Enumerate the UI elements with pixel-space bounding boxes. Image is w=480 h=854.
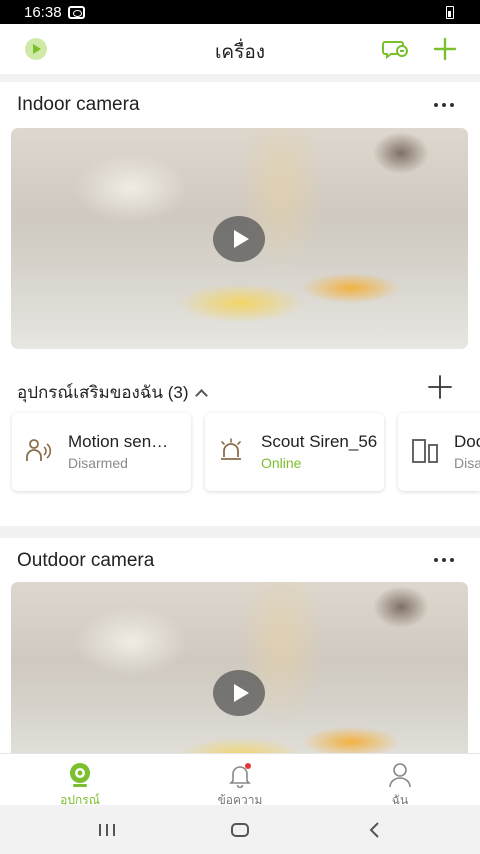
person-icon (389, 763, 411, 788)
accessory-name: Scout Siren_56 (261, 432, 378, 451)
home-icon[interactable] (229, 820, 251, 840)
siren-icon (221, 438, 241, 460)
camera-preview[interactable] (11, 128, 468, 349)
accessories-header[interactable]: อุปกรณ์เสริมของฉัน (3) (17, 379, 208, 406)
accessory-card-scout-siren[interactable]: Scout Siren_56 Online (205, 413, 384, 491)
status-time: 16:38 (24, 3, 62, 21)
add-accessory-icon[interactable] (428, 375, 452, 399)
page-title: เครื่อง (214, 42, 266, 63)
indoor-camera-card: Indoor camera อุปกรณ์เสริมของฉัน (3) Mot… (0, 82, 480, 526)
accessory-status: Online (261, 455, 302, 471)
nav-messages[interactable]: ข้อความ (180, 754, 300, 807)
play-icon[interactable] (213, 670, 265, 716)
play-icon[interactable] (213, 216, 265, 262)
chevron-up-icon[interactable] (194, 388, 208, 402)
more-options-icon[interactable] (434, 558, 454, 562)
camera-preview[interactable] (11, 582, 468, 782)
outdoor-camera-card: Outdoor camera (0, 538, 480, 782)
accessory-card-motion-sensor[interactable]: Motion sen… Disarmed (12, 413, 191, 491)
screen-record-icon (67, 5, 85, 19)
accessory-name: Motion sen… (68, 432, 169, 451)
more-options-icon[interactable] (434, 103, 454, 107)
accessories-title: อุปกรณ์เสริมของฉัน (3) (17, 383, 189, 402)
door-sensor-icon (412, 439, 438, 463)
accessory-status: Disarmed (68, 455, 128, 471)
accessory-status: Disa (454, 455, 480, 471)
nav-profile[interactable]: ฉัน (340, 754, 460, 807)
system-nav-bar (0, 805, 480, 854)
recent-apps-icon[interactable] (96, 820, 118, 840)
add-device-icon[interactable] (432, 36, 458, 62)
nav-devices[interactable]: อุปกรณ์ (20, 754, 140, 807)
battery-icon (446, 6, 454, 19)
bottom-nav: อุปกรณ์ ข้อความ ฉัน (0, 753, 480, 807)
accessory-card-door-sensor[interactable]: Doo Disa (398, 413, 480, 491)
accessory-name: Doo (454, 432, 480, 451)
back-icon[interactable] (364, 820, 386, 840)
camera-name: Outdoor camera (17, 550, 155, 571)
camera-name: Indoor camera (17, 94, 140, 115)
camera-device-icon (70, 763, 90, 787)
chat-icon[interactable] (382, 39, 408, 59)
motion-sensor-icon (26, 439, 52, 461)
bell-icon (229, 763, 251, 788)
app-bar: เครื่อง (0, 24, 480, 74)
status-bar: 16:38 (0, 0, 480, 24)
